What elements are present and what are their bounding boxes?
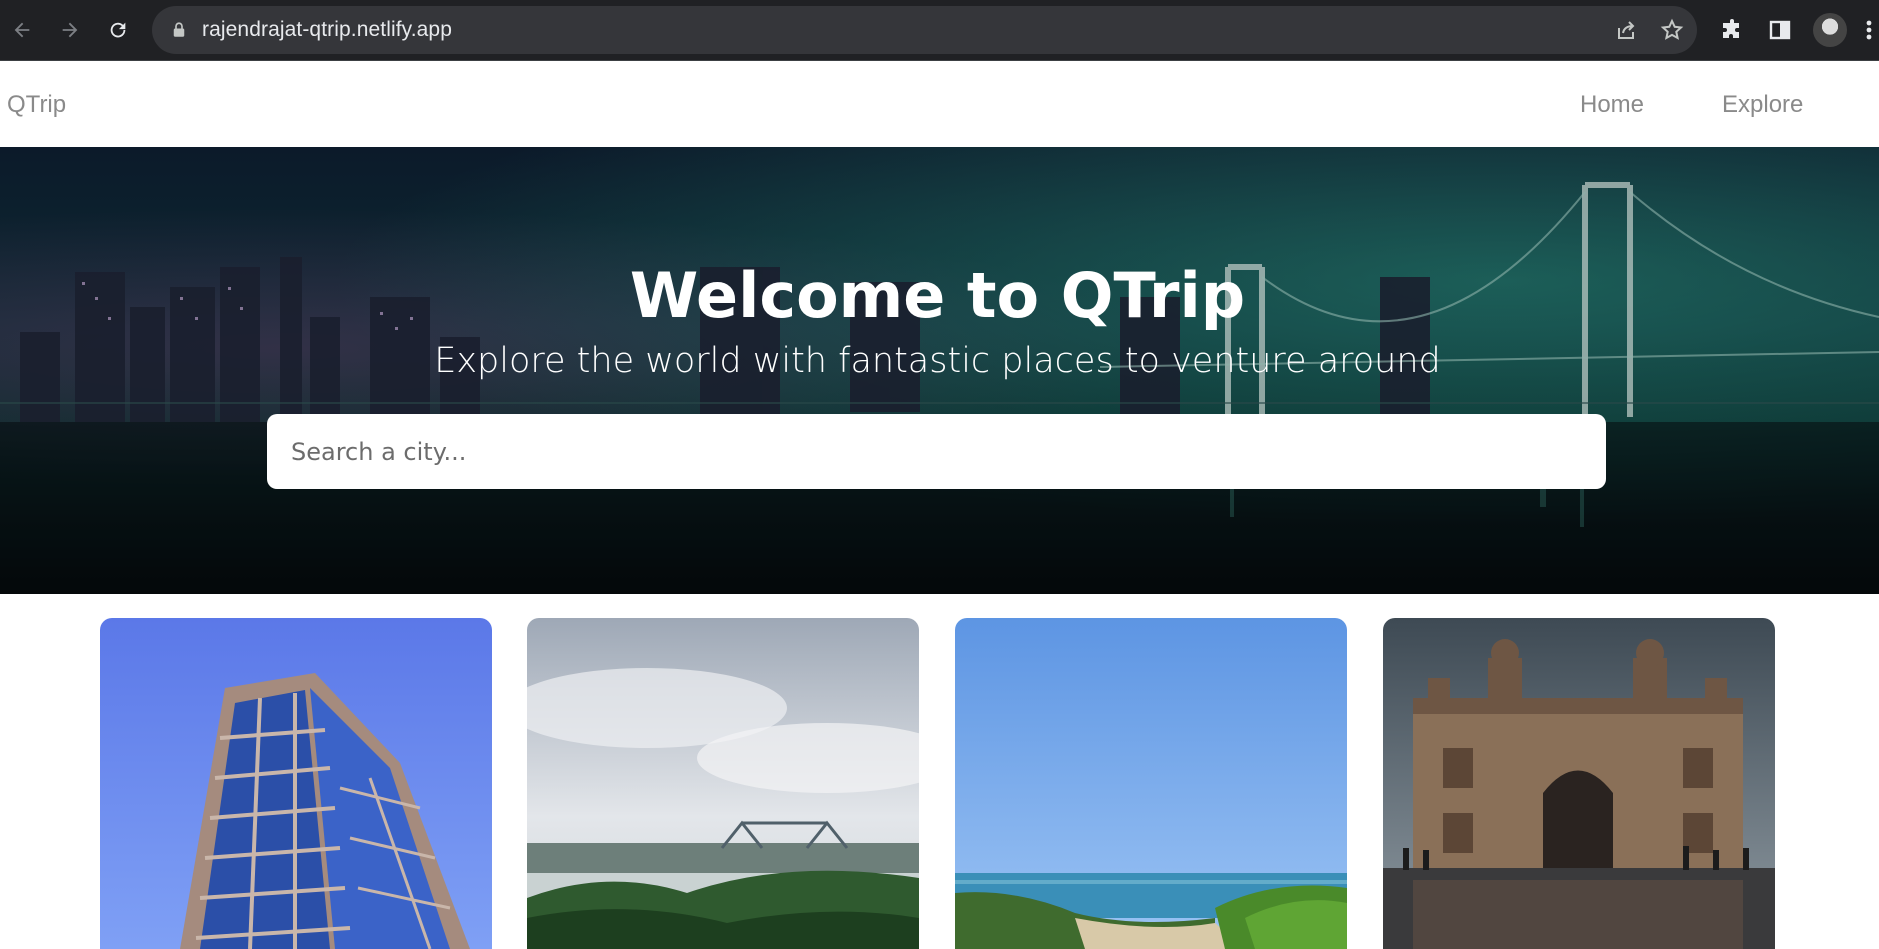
city-card[interactable]	[955, 618, 1347, 949]
glass-skyscraper-photo	[100, 618, 492, 949]
nav-link-explore[interactable]: Explore	[1722, 91, 1803, 119]
more-menu-icon[interactable]	[1862, 16, 1876, 44]
gateway-monument-photo	[1383, 618, 1775, 949]
share-icon[interactable]	[1614, 18, 1638, 42]
site-navbar: QTrip Home Explore	[0, 61, 1879, 147]
reload-icon[interactable]	[100, 12, 136, 48]
nav-link-home[interactable]: Home	[1580, 91, 1644, 119]
lock-icon[interactable]	[170, 21, 188, 39]
hero-banner: Welcome to QTrip Explore the world with …	[0, 147, 1879, 594]
beach-coast-photo	[955, 618, 1347, 949]
city-card[interactable]	[100, 618, 492, 949]
river-bridge-photo	[527, 618, 919, 949]
url-text[interactable]: rajendrajat-qtrip.netlify.app	[202, 18, 452, 42]
extensions-icon[interactable]	[1718, 16, 1746, 44]
forward-arrow-icon[interactable]	[52, 12, 88, 48]
address-bar[interactable]: rajendrajat-qtrip.netlify.app	[152, 6, 1697, 54]
profile-avatar[interactable]	[1813, 13, 1847, 47]
city-search-input[interactable]	[267, 414, 1606, 489]
city-card[interactable]	[1383, 618, 1775, 949]
side-panel-icon[interactable]	[1766, 16, 1794, 44]
brand-logo[interactable]: QTrip	[7, 91, 66, 119]
browser-toolbar: rajendrajat-qtrip.netlify.app	[0, 0, 1879, 61]
back-arrow-icon[interactable]	[4, 12, 40, 48]
hero-title: Welcome to QTrip	[629, 259, 1246, 332]
star-icon[interactable]	[1660, 18, 1684, 42]
hero-subtitle: Explore the world with fantastic places …	[434, 341, 1441, 381]
city-card[interactable]	[527, 618, 919, 949]
